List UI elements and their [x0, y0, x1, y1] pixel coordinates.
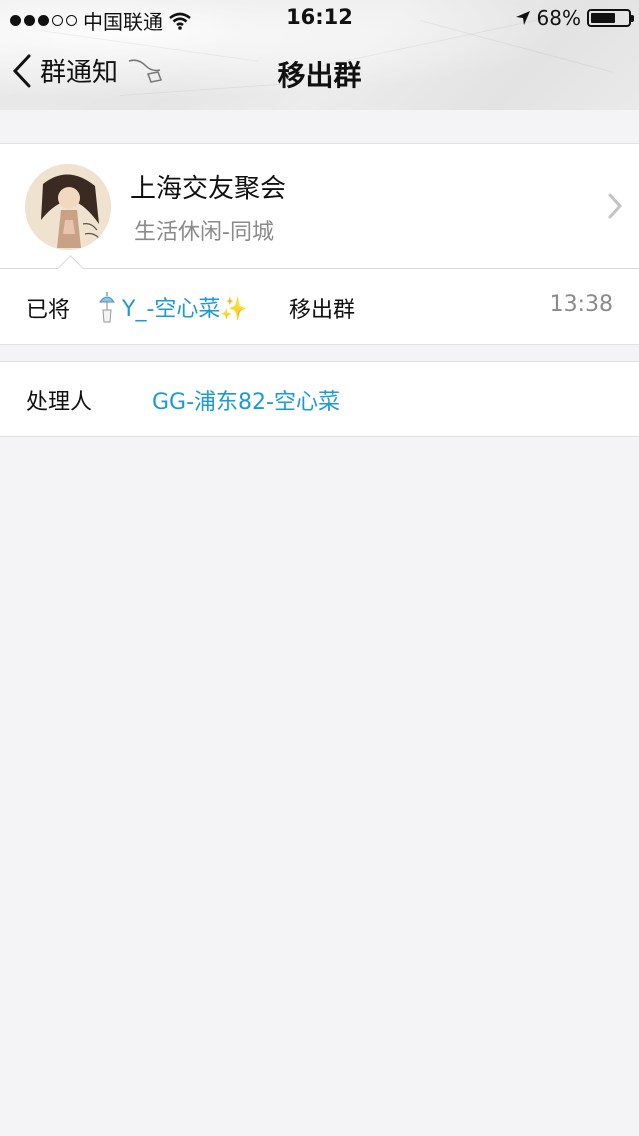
- group-category: 生活休闲-同城: [134, 220, 274, 245]
- notice-row: 已将 Y_-空心菜✨ 移出群 13:38: [0, 270, 639, 344]
- battery-percent: 68%: [536, 6, 581, 30]
- notice-prefix: 已将: [26, 298, 71, 323]
- handler-row: 处理人 GG-浦东82-空心菜: [0, 361, 639, 437]
- group-avatar: [25, 164, 111, 250]
- status-bar: 中国联通 16:12 68%: [0, 0, 639, 36]
- divider: [0, 268, 639, 269]
- notification-card: 上海交友聚会 生活休闲-同城 已将 Y_-空心菜✨ 移出群 13:38: [0, 143, 639, 345]
- removed-user-name: Y_-空心菜✨: [122, 297, 248, 322]
- notice-time: 13:38: [549, 292, 613, 317]
- group-info-row[interactable]: 上海交友聚会 生活休闲-同城: [0, 144, 639, 268]
- navigation-bar: 群通知 移出群: [0, 40, 639, 106]
- handler-label: 处理人: [26, 390, 93, 415]
- chevron-right-icon: [608, 193, 623, 219]
- removed-user-link[interactable]: Y_-空心菜✨: [96, 290, 248, 324]
- header-background: 中国联通 16:12 68% 群通知 移出群: [0, 0, 639, 110]
- page-title: 移出群: [277, 59, 362, 92]
- battery-icon: [587, 9, 634, 27]
- wind-chime-icon: [99, 292, 115, 323]
- handler-name-link[interactable]: GG-浦东82-空心菜: [152, 384, 340, 416]
- location-arrow-icon: [515, 11, 530, 25]
- notice-suffix: 移出群: [289, 298, 356, 323]
- group-name: 上海交友聚会: [130, 174, 287, 204]
